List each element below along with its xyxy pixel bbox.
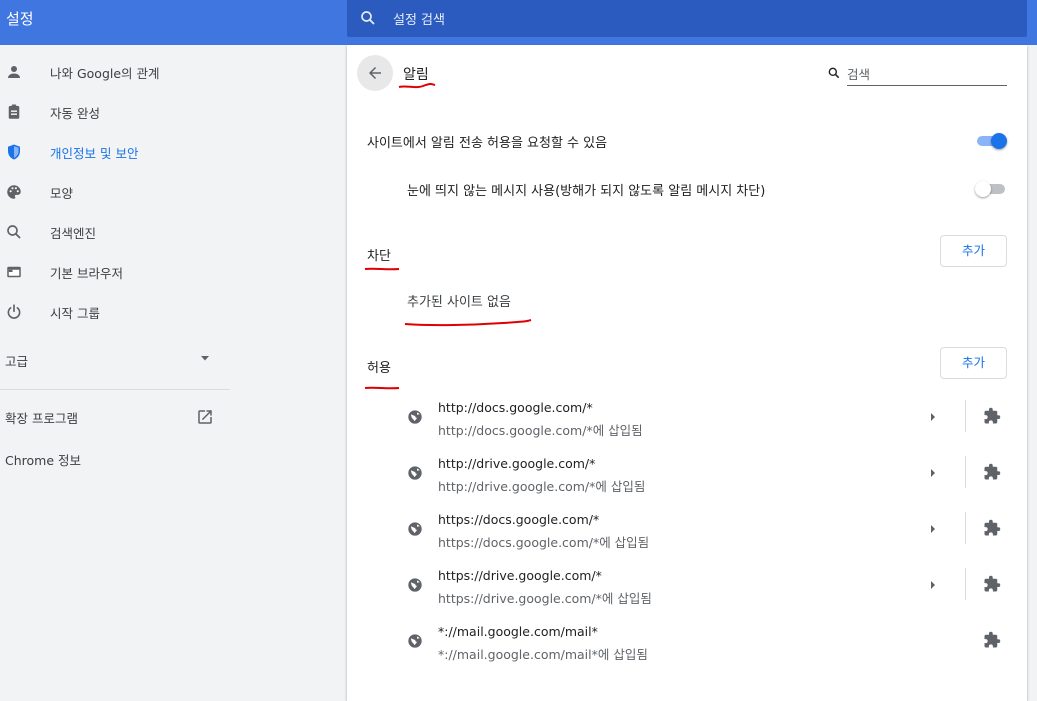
arrow-right-icon[interactable]: [929, 580, 937, 590]
extension-puzzle-icon[interactable]: [983, 407, 1001, 425]
app-title: 설정: [6, 10, 34, 28]
allowed-site-row[interactable]: https://docs.google.com/* https://docs.g…: [407, 507, 1027, 553]
back-button[interactable]: [357, 55, 393, 91]
allow-add-button[interactable]: 추가: [940, 347, 1007, 379]
site-url: http://docs.google.com/*: [438, 400, 593, 415]
allow-section-heading: 허용: [367, 361, 391, 376]
globe-icon: [408, 410, 422, 424]
sidebar-item-extensions[interactable]: 확장 프로그램: [0, 398, 230, 434]
shield-icon: [8, 144, 20, 160]
sidebar-divider: [0, 389, 230, 390]
row-separator: [965, 456, 966, 488]
red-underline-annotation: [364, 267, 400, 271]
search-icon: [828, 67, 840, 79]
sidebar-item-autofill[interactable]: 자동 완성: [0, 92, 232, 132]
person-icon: [8, 66, 20, 78]
site-search-placeholder: 검색: [847, 67, 871, 82]
notifications-card: 알림 검색 사이트에서 알림 전송 허용을 요청할 수 있음 눈에 띄지 않는 …: [347, 45, 1027, 701]
search-icon: [361, 11, 375, 25]
sidebar-item-on-startup[interactable]: 시작 그룹: [0, 292, 232, 332]
top-bar: 설정 설정 검색: [0, 0, 1037, 45]
sidebar-item-you-and-google[interactable]: 나와 Google의 관계: [0, 52, 232, 92]
quiet-messaging-label: 눈에 띄지 않는 메시지 사용(방해가 되지 않도록 알림 메시지 차단): [407, 184, 766, 199]
arrow-right-icon[interactable]: [929, 524, 937, 534]
open-in-new-icon: [198, 410, 212, 424]
sidebar-item-appearance[interactable]: 모양: [0, 172, 232, 212]
site-url: https://drive.google.com/*: [438, 568, 602, 583]
sidebar-item-privacy-security[interactable]: 개인정보 및 보안: [0, 132, 232, 172]
sidebar-item-search-engine[interactable]: 검색엔진: [0, 212, 232, 252]
extension-puzzle-icon[interactable]: [983, 463, 1001, 481]
arrow-right-icon[interactable]: [929, 412, 937, 422]
site-url: https://docs.google.com/*: [438, 512, 600, 527]
power-icon: [7, 304, 21, 319]
site-embedded-note: http://drive.google.com/*에 삽입됨: [438, 479, 646, 494]
arrow-back-icon: [369, 67, 381, 79]
site-embedded-note: http://docs.google.com/*에 삽입됨: [438, 423, 643, 438]
site-search[interactable]: 검색: [827, 63, 1007, 87]
settings-search-bar[interactable]: 설정 검색: [347, 0, 1027, 37]
sidebar-item-label: 검색엔진: [50, 226, 97, 241]
red-underline-annotation: [364, 386, 400, 390]
settings-search-placeholder: 설정 검색: [393, 13, 445, 28]
allowed-site-row[interactable]: *://mail.google.com/mail* *://mail.googl…: [407, 619, 1027, 665]
search-underline: [847, 85, 1007, 86]
sidebar-item-label: 자동 완성: [50, 106, 100, 121]
row-separator: [965, 568, 966, 600]
globe-icon: [408, 634, 422, 648]
sidebar-item-default-browser[interactable]: 기본 브라우저: [0, 252, 232, 292]
block-empty-text: 추가된 사이트 없음: [407, 295, 511, 310]
block-add-button[interactable]: 추가: [940, 235, 1007, 267]
block-section-heading: 차단: [367, 249, 391, 264]
browser-icon: [7, 266, 21, 278]
search-icon: [7, 225, 21, 239]
advanced-label: 고급: [5, 354, 29, 369]
row-separator: [965, 400, 966, 432]
globe-icon: [408, 578, 422, 592]
sidebar-item-label: 개인정보 및 보안: [50, 146, 139, 161]
allowed-site-row[interactable]: http://docs.google.com/* http://docs.goo…: [407, 395, 1027, 441]
globe-icon: [408, 522, 422, 536]
red-underline-annotation: [404, 319, 532, 327]
extension-puzzle-icon[interactable]: [983, 575, 1001, 593]
sidebar-item-label: 모양: [50, 186, 74, 201]
palette-icon: [7, 185, 21, 199]
sidebar-item-label: 시작 그룹: [50, 306, 100, 321]
extension-puzzle-icon[interactable]: [983, 519, 1001, 537]
arrow-right-icon[interactable]: [929, 468, 937, 478]
site-embedded-note: https://docs.google.com/*에 삽입됨: [438, 535, 650, 550]
sidebar-item-label: 기본 브라우저: [50, 266, 123, 281]
allowed-site-row[interactable]: http://drive.google.com/* http://drive.g…: [407, 451, 1027, 497]
site-embedded-note: *://mail.google.com/mail*에 삽입됨: [438, 647, 648, 662]
caret-down-icon: [201, 356, 209, 361]
ask-to-send-toggle[interactable]: [977, 133, 1007, 149]
ask-to-send-label: 사이트에서 알림 전송 허용을 요청할 수 있음: [367, 136, 608, 151]
quiet-messaging-toggle[interactable]: [975, 181, 1007, 197]
sidebar-advanced-toggle[interactable]: 고급: [0, 341, 230, 377]
extension-puzzle-icon[interactable]: [983, 631, 1001, 649]
sidebar-item-about-chrome[interactable]: Chrome 정보: [5, 450, 81, 469]
clipboard-icon: [8, 104, 20, 119]
page-title: 알림: [403, 67, 429, 83]
site-embedded-note: https://drive.google.com/*에 삽입됨: [438, 591, 652, 606]
globe-icon: [408, 466, 422, 480]
allowed-site-row[interactable]: https://drive.google.com/* https://drive…: [407, 563, 1027, 609]
site-url: *://mail.google.com/mail*: [438, 624, 598, 639]
site-url: http://drive.google.com/*: [438, 456, 596, 471]
sidebar-item-label: 나와 Google의 관계: [50, 66, 160, 81]
extensions-label: 확장 프로그램: [5, 411, 78, 426]
row-separator: [965, 512, 966, 544]
sidebar: 나와 Google의 관계 자동 완성 개인정보 및 보안 모양 검색엔진 기본…: [0, 45, 232, 701]
